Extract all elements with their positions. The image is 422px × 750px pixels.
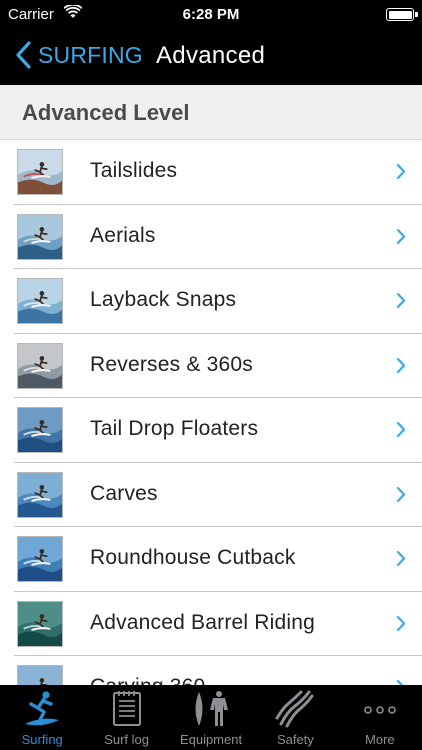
list-item[interactable]: Aerials [0,205,422,269]
list-item-label: Layback Snaps [90,288,237,311]
surfer-photo-icon [18,601,62,646]
chevron-left-icon [16,41,31,69]
battery-icon [386,8,418,21]
list-item-label: Aerials [90,223,156,247]
thumbnail-image [17,213,63,260]
back-button-label: SURFING [38,41,143,68]
thumbnail-image [17,665,63,685]
surfer-icon [25,691,60,726]
tab-label: Surfing [21,732,63,747]
thumbnail-image [17,149,63,195]
thumbnail-image [17,536,63,582]
chevron-right-icon [396,615,406,631]
tab-label: Equipment [179,732,243,747]
surfer-photo-icon [18,537,62,581]
tab-bar: Surfing Surf log Equipment Safety More [0,685,422,750]
more-dots-icon [364,706,396,714]
chevron-right-icon [396,228,406,244]
tab-label: More [365,732,395,747]
section-title: Advanced Level [22,100,190,125]
maneuver-list[interactable]: Tailslides Aerials Layback Snaps Reverses &… [0,140,422,685]
list-item-label: Reverses & 360s [90,352,253,376]
page-title: Advanced [156,42,266,69]
thumbnail-image [17,600,63,647]
tab-label: Safety [276,732,314,747]
list-item[interactable]: Roundhouse Cutback [0,527,422,592]
notebook-icon [112,691,141,726]
status-bar: Carrier 6:28 PM [0,0,422,30]
surfer-photo-icon [18,150,62,194]
tab-surf-log[interactable]: Surf log [84,685,168,750]
clock: 6:28 PM [182,6,240,23]
thumbnail-image [17,342,63,389]
list-item[interactable]: Carves [0,463,422,527]
chevron-right-icon [396,486,406,502]
list-item-label: Tail Drop Floaters [90,417,259,440]
surfer-photo-icon [18,666,62,685]
list-item-label: Roundhouse Cutback [90,546,296,569]
list-item[interactable]: Carving 360 [0,656,422,685]
list-item-label: Advanced Barrel Riding [90,610,316,634]
chevron-right-icon [396,421,406,438]
thumbnail-image [17,278,63,324]
surfboard-wetsuit-icon [195,691,229,726]
navigation-bar: SURFING Advanced [0,30,422,85]
tab-more[interactable]: More [338,685,422,750]
surfer-photo-icon [18,214,62,259]
list-item[interactable]: Layback Snaps [0,269,422,334]
surfer-photo-icon [18,408,62,452]
list-item[interactable]: Tailslides [0,140,422,205]
chevron-right-icon [396,163,406,180]
back-button[interactable]: SURFING [14,40,143,70]
tab-equipment[interactable]: Equipment [169,685,253,750]
thumbnail-image [17,407,63,453]
waves-icon [275,690,314,728]
chevron-right-icon [396,357,406,373]
tab-label: Surf log [104,732,150,747]
tab-safety[interactable]: Safety [253,685,337,750]
tab-surfing[interactable]: Surfing [0,685,84,750]
surfer-photo-icon [18,472,62,517]
surfer-photo-icon [18,343,62,388]
list-item-label: Tailslides [90,159,178,182]
list-item-label: Carves [90,481,158,505]
section-header: Advanced Level [0,85,422,140]
list-item[interactable]: Advanced Barrel Riding [0,592,422,656]
chevron-right-icon [396,550,406,567]
thumbnail-image [17,471,63,518]
chevron-right-icon [396,292,406,309]
surfer-photo-icon [18,279,62,323]
list-item[interactable]: Reverses & 360s [0,334,422,398]
list-item-label: Carving 360 [90,675,205,685]
list-item[interactable]: Tail Drop Floaters [0,398,422,463]
